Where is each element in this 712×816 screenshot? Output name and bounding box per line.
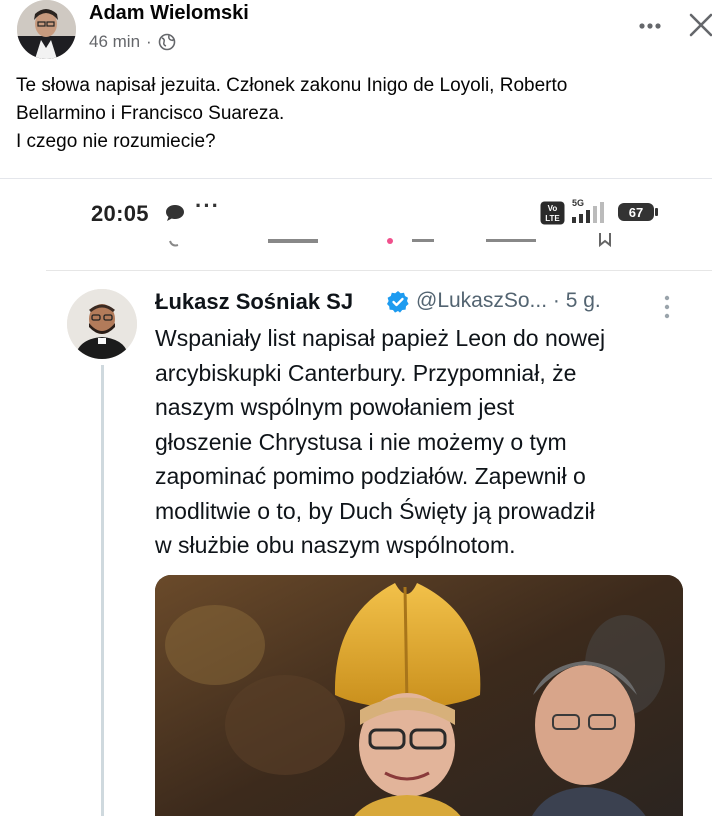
more-vertical-icon[interactable] <box>662 293 672 321</box>
tweet-text: Wspaniały list napisał papież Leon do no… <box>155 321 695 563</box>
author-name[interactable]: Adam Wielomski <box>89 2 249 25</box>
post-time[interactable]: 46 min <box>89 32 140 52</box>
post-image[interactable]: 20:05 ··· Vo LTE 5G 67 Łukasz Sośniak SJ… <box>0 179 712 816</box>
author-avatar[interactable] <box>17 0 76 59</box>
post-text-line: Te słowa napisał jezuita. Członek zakonu… <box>16 75 568 96</box>
tweet-text-line: zapominać pomimo podziałów. Zapewnił o <box>155 463 586 489</box>
battery-icon: 67 <box>618 203 658 221</box>
tweet-text-line: głoszenie Chrystusa i nie możemy o tym <box>155 428 567 455</box>
tweet-separator <box>46 270 712 271</box>
svg-text:5G: 5G <box>572 198 584 208</box>
post-text-line: Bellarmino i Francisco Suareza. <box>16 103 285 124</box>
svg-text:Vo: Vo <box>548 204 558 213</box>
tweet-text-line: modlitwie o to, by Duch Święty ją prowad… <box>155 497 595 524</box>
post-text: Te słowa napisał jezuita. Członek zakonu… <box>16 72 696 156</box>
meta-separator: · <box>146 32 152 51</box>
tweet-text-line: naszym wspólnym powołaniem jest <box>155 394 515 420</box>
status-time: 20:05 <box>91 201 149 226</box>
close-icon[interactable] <box>688 12 712 38</box>
svg-text:LTE: LTE <box>545 214 560 223</box>
post-meta: 46 min · <box>89 32 176 52</box>
status-more-indicator: ··· <box>195 193 220 218</box>
post-header: Adam Wielomski 46 min · <box>0 0 712 66</box>
verified-badge-icon <box>387 291 409 313</box>
signal-icon: 5G <box>572 198 604 223</box>
tweet-photo[interactable] <box>155 575 683 816</box>
tweet-author-avatar[interactable] <box>67 289 137 359</box>
more-horizontal-icon[interactable] <box>636 14 666 38</box>
tweet-text-line: Wspaniały list napisał papież Leon do no… <box>155 325 606 351</box>
svg-text:67: 67 <box>629 205 643 220</box>
cut-off-action-row <box>169 233 611 248</box>
tweet-text-line: w służbie obu naszym wspólnotom. <box>155 532 516 558</box>
thread-line <box>101 365 104 816</box>
tweet-handle-time: @LukaszSo... · 5 g. <box>416 289 601 312</box>
message-bubble-icon <box>166 205 184 221</box>
post-text-line: I czego nie rozumiecie? <box>16 131 216 152</box>
tweet-text-line: arcybiskupki Canterbury. Przypomniał, że <box>155 359 577 386</box>
tweet-author-name[interactable]: Łukasz Sośniak SJ <box>155 289 353 315</box>
volte-icon: Vo LTE <box>540 201 565 225</box>
globe-icon <box>158 33 176 51</box>
